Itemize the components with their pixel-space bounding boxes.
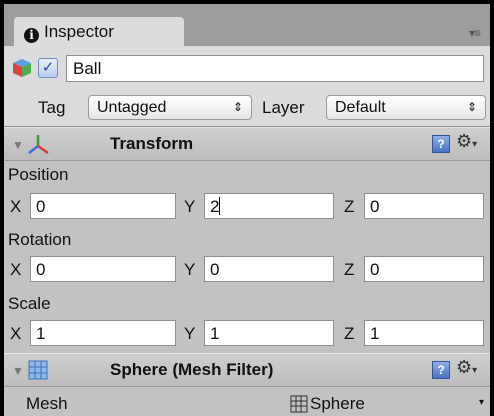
rotation-x-label[interactable]: X: [10, 260, 21, 280]
layer-value: Default: [335, 99, 386, 116]
rotation-z-field[interactable]: 0: [364, 256, 484, 282]
tab-bar: i Inspector ▾≡: [4, 4, 490, 46]
transform-header[interactable]: ▼ Transform ? ⚙▾: [4, 127, 490, 161]
rotation-x-field[interactable]: 0: [30, 256, 176, 282]
scale-label: Scale: [8, 294, 51, 313]
object-header: ✓ Ball Tag Untagged ⇕ Layer Default ⇕: [4, 46, 490, 127]
cube-icon: [13, 59, 31, 77]
dropdown-arrow-icon: ⇕: [232, 100, 243, 114]
position-x-field[interactable]: 0: [30, 193, 176, 219]
position-x-label[interactable]: X: [10, 197, 21, 217]
tab-label: Inspector: [44, 22, 114, 41]
rotation-z-label[interactable]: Z: [344, 260, 354, 280]
mesh-object-field[interactable]: Sphere ▾: [288, 393, 486, 416]
help-icon[interactable]: ?: [432, 361, 450, 379]
position-y-field[interactable]: 2: [204, 193, 334, 219]
rotation-y-label[interactable]: Y: [184, 260, 195, 280]
position-y-value: 2: [210, 197, 220, 216]
list-menu-icon[interactable]: ▾≡: [469, 26, 481, 40]
scale-x-field[interactable]: 1: [30, 320, 176, 346]
layer-label: Layer: [262, 98, 305, 117]
active-checkbox[interactable]: ✓: [38, 58, 58, 78]
mesh-filter-icon: [28, 360, 48, 380]
object-name-field[interactable]: Ball: [66, 55, 484, 82]
mesh-grid-icon: [290, 395, 308, 413]
foldout-arrow-icon[interactable]: ▼: [12, 138, 24, 152]
tag-dropdown[interactable]: Untagged ⇕: [88, 95, 252, 120]
position-z-label[interactable]: Z: [344, 197, 354, 217]
position-label: Position: [8, 165, 69, 184]
transform-axes-icon: [28, 135, 49, 155]
picker-arrow-icon[interactable]: ▾: [479, 397, 484, 408]
tag-label: Tag: [38, 98, 66, 117]
rotation-label: Rotation: [8, 230, 72, 249]
rotation-y-field[interactable]: 0: [204, 256, 334, 282]
gear-icon[interactable]: ⚙▾: [456, 131, 477, 152]
gear-icon[interactable]: ⚙▾: [456, 357, 477, 378]
scale-z-field[interactable]: 1: [364, 320, 484, 346]
mesh-value: Sphere: [310, 394, 365, 413]
mesh-label: Mesh: [26, 394, 68, 413]
foldout-arrow-icon[interactable]: ▼: [12, 364, 24, 378]
position-z-field[interactable]: 0: [364, 193, 484, 219]
mesh-filter-title: Sphere (Mesh Filter): [110, 360, 274, 379]
scale-x-label[interactable]: X: [10, 324, 21, 344]
text-cursor: [219, 197, 221, 215]
scale-y-field[interactable]: 1: [204, 320, 334, 346]
position-y-label[interactable]: Y: [184, 197, 195, 217]
inspector-panel: i Inspector ▾≡ ✓ Ball Tag Untagged ⇕ Laye…: [4, 4, 490, 416]
layer-dropdown[interactable]: Default ⇕: [326, 95, 486, 120]
mesh-filter-header[interactable]: ▼ Sphere (Mesh Filter) ? ⚙▾: [4, 353, 490, 387]
transform-title: Transform: [110, 134, 194, 153]
info-icon: i: [24, 28, 39, 43]
scale-y-label[interactable]: Y: [184, 324, 195, 344]
tag-value: Untagged: [97, 99, 167, 116]
dropdown-arrow-icon: ⇕: [466, 100, 477, 114]
help-icon[interactable]: ?: [432, 135, 450, 153]
tab-inspector[interactable]: i Inspector: [14, 17, 184, 46]
scale-z-label[interactable]: Z: [344, 324, 354, 344]
